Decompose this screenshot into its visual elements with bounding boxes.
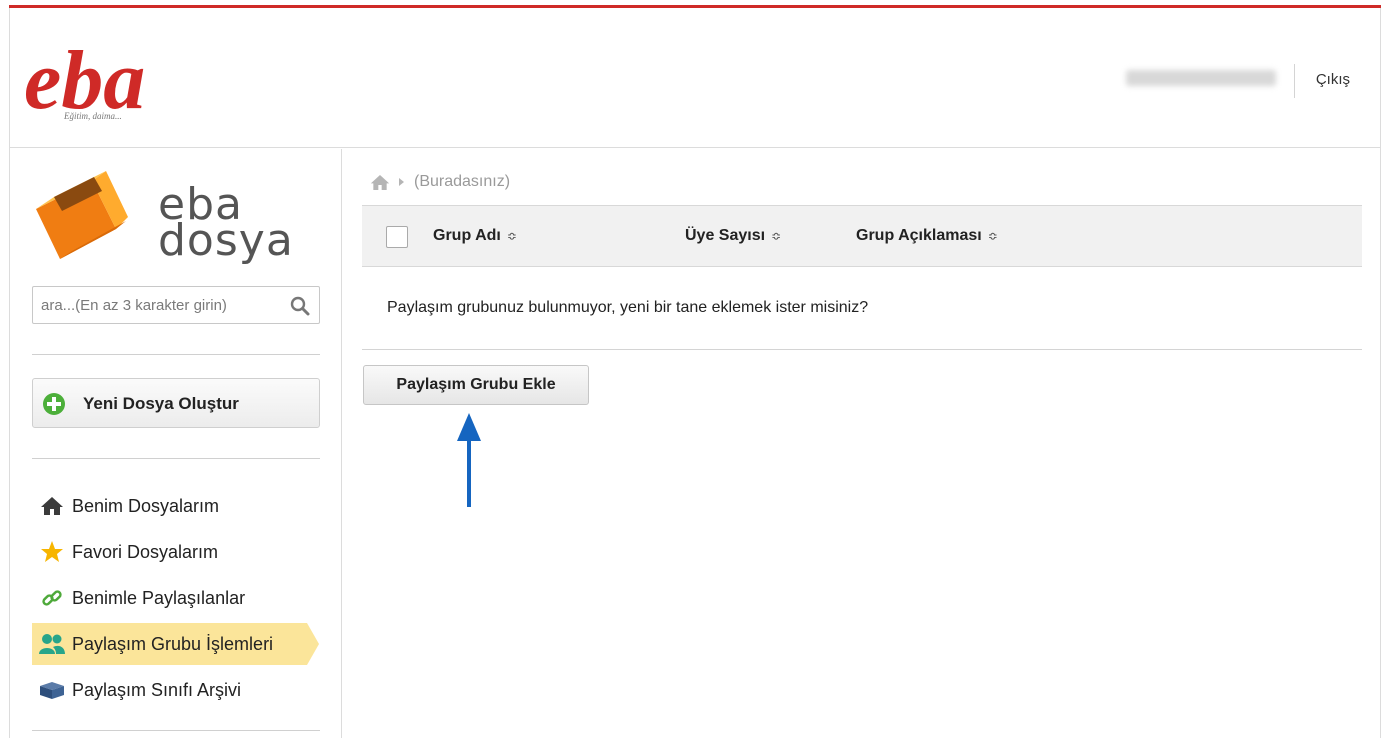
new-file-label: Yeni Dosya Oluştur [83, 394, 239, 413]
home-icon[interactable] [370, 174, 390, 191]
sidebar-item-label: Paylaşım Grubu İşlemleri [72, 633, 274, 654]
sidebar-item-favorites[interactable]: Favori Dosyalarım [32, 529, 332, 575]
column-label: Grup Açıklaması [856, 227, 982, 244]
search-icon[interactable] [290, 296, 310, 316]
main-content: (Buradasınız) Grup Adı ≎ Üye Sayısı ≎ Grup… [362, 149, 1362, 738]
sidebar-item-label: Benimle Paylaşılanlar [72, 587, 246, 608]
brand-text: eba dosya [158, 183, 294, 266]
sidebar: eba dosya Yeni Dosya Oluştur [10, 149, 342, 738]
home-icon [32, 494, 72, 518]
breadcrumb: (Buradasınız) [370, 173, 510, 191]
add-share-group-button[interactable]: Paylaşım Grubu Ekle [363, 365, 589, 405]
column-header-group-name[interactable]: Grup Adı ≎ [433, 227, 517, 245]
sidebar-nav: Benim Dosyalarım Favori Dosyalarım Benim… [32, 483, 332, 713]
star-icon [32, 540, 72, 564]
sort-icon: ≎ [506, 229, 517, 243]
sidebar-item-label: Benim Dosyalarım [72, 495, 220, 516]
link-icon [32, 586, 72, 610]
header-separator [1294, 64, 1295, 98]
sidebar-item-my-files[interactable]: Benim Dosyalarım [32, 483, 332, 529]
users-icon [32, 632, 72, 656]
eba-logo[interactable]: eba [24, 30, 174, 138]
box-logo-icon [36, 171, 128, 259]
logo-tagline: Eğitim, daima... [64, 111, 122, 121]
eba-dosya-brand: eba dosya [32, 167, 293, 263]
sidebar-item-label: Favori Dosyalarım [72, 541, 219, 562]
sidebar-item-share-class-archive[interactable]: Paylaşım Sınıfı Arşivi [32, 667, 332, 713]
sidebar-divider [32, 354, 320, 355]
select-all-checkbox[interactable] [386, 226, 408, 248]
column-label: Üye Sayısı [685, 227, 766, 244]
sort-icon: ≎ [987, 229, 998, 243]
logout-link[interactable]: Çıkış [1316, 71, 1350, 88]
brand-line-dosya: dosya [158, 215, 294, 266]
page: eba Eğitim, daima... Çıkış eba dosya ara… [0, 0, 1390, 738]
sort-icon: ≎ [771, 229, 782, 243]
plus-circle-icon [43, 393, 65, 415]
column-header-group-description[interactable]: Grup Açıklaması ≎ [856, 227, 998, 245]
empty-state-message: Paylaşım grubunuz bulunmuyor, yeni bir t… [387, 299, 869, 316]
sidebar-item-share-groups[interactable]: Paylaşım Grubu İşlemleri [32, 623, 319, 665]
search-input[interactable] [33, 287, 283, 323]
column-header-member-count[interactable]: Üye Sayısı ≎ [685, 227, 781, 245]
search-box [32, 286, 320, 324]
column-label: Grup Adı [433, 227, 501, 244]
user-name-blurred [1126, 70, 1276, 86]
sidebar-divider [32, 458, 320, 459]
breadcrumb-current: (Buradasınız) [414, 173, 511, 190]
new-file-button[interactable]: Yeni Dosya Oluştur [32, 378, 320, 428]
chevron-right-icon [399, 178, 404, 186]
content-divider [362, 349, 1362, 350]
header: eba Eğitim, daima... Çıkış [10, 8, 1380, 148]
arrow-up-icon [457, 413, 481, 507]
sidebar-divider [32, 730, 320, 731]
archive-book-icon [32, 678, 72, 702]
sidebar-item-shared-with-me[interactable]: Benimle Paylaşılanlar [32, 575, 332, 621]
sidebar-item-label: Paylaşım Sınıfı Arşivi [72, 679, 242, 700]
table-header: Grup Adı ≎ Üye Sayısı ≎ Grup Açıklaması ≎ [362, 205, 1362, 267]
